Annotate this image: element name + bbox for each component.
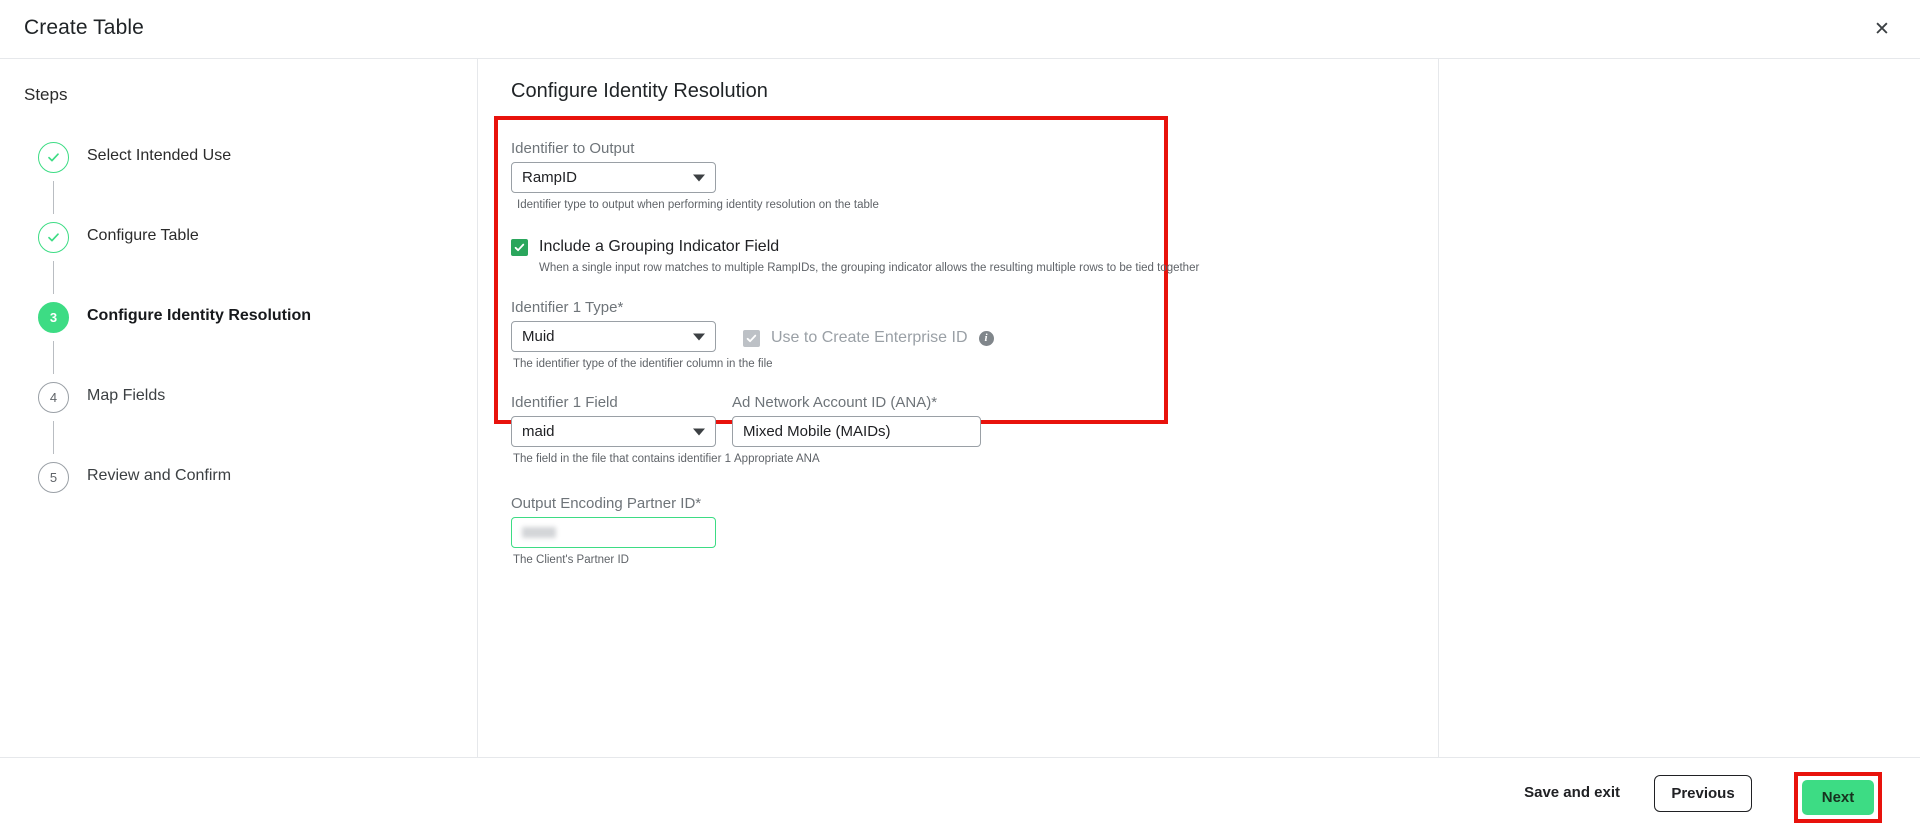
step-connector (53, 181, 54, 214)
enterprise-id-row: Use to Create Enterprise ID i (743, 329, 994, 347)
identifier-to-output-select[interactable]: RampID (511, 162, 716, 193)
sidebar-item-review-and-confirm[interactable]: 5 Review and Confirm (0, 462, 478, 542)
chevron-down-icon (693, 428, 705, 435)
identifier-1-type-help: The identifier type of the identifier co… (513, 358, 773, 370)
step-number-badge: 3 (38, 302, 69, 333)
identifier-1-type-select[interactable]: Muid (511, 321, 716, 352)
ad-network-account-id-value: Mixed Mobile (MAIDs) (743, 423, 891, 440)
sidebar-item-configure-table[interactable]: Configure Table (0, 222, 478, 302)
grouping-indicator-checkbox[interactable] (511, 238, 528, 256)
next-button[interactable]: Next (1802, 780, 1874, 815)
ad-network-account-id-label: Ad Network Account ID (ANA)* (732, 394, 981, 411)
previous-button[interactable]: Previous (1654, 775, 1752, 812)
step-number-badge: 5 (38, 462, 69, 493)
sidebar-item-label: Configure Table (87, 227, 199, 244)
sidebar-item-label: Select Intended Use (87, 147, 232, 164)
output-encoding-partner-id-input[interactable] (511, 517, 716, 548)
output-encoding-partner-id-label: Output Encoding Partner ID* (511, 495, 1171, 512)
identity-resolution-form: Identifier to Output RampID Identifier t… (511, 129, 1200, 566)
step-connector (53, 341, 54, 374)
output-encoding-partner-id-help: The Client's Partner ID (513, 554, 629, 566)
required-asterisk: * (695, 495, 702, 512)
close-icon[interactable]: ✕ (1866, 13, 1898, 45)
sidebar-item-select-intended-use[interactable]: Select Intended Use (0, 142, 478, 222)
steps-heading: Steps (24, 85, 68, 104)
save-and-exit-button[interactable]: Save and exit (1524, 784, 1620, 801)
page-title: Create Table (24, 16, 144, 39)
step-number-badge: 4 (38, 382, 69, 413)
identifier-1-field-help: The field in the file that contains iden… (513, 453, 731, 465)
grouping-indicator-group: Include a Grouping Indicator Field When … (511, 238, 1200, 274)
steps-sidebar: Steps Select Intended Use Configure Tabl… (0, 59, 478, 757)
section-title: Configure Identity Resolution (511, 80, 768, 102)
identifier-to-output-label: Identifier to Output (511, 140, 635, 157)
sidebar-item-configure-identity-resolution[interactable]: 3 Configure Identity Resolution (0, 302, 478, 382)
step-connector (53, 261, 54, 294)
step-check-icon (38, 222, 69, 253)
ad-network-account-id-label-text: Ad Network Account ID (ANA) (732, 394, 932, 411)
ad-network-account-id-help: Appropriate ANA (734, 453, 820, 465)
step-connector (53, 421, 54, 454)
identifier-1-field-value: maid (522, 423, 555, 440)
identifier-to-output-value: RampID (522, 169, 578, 186)
grouping-indicator-row[interactable]: Include a Grouping Indicator Field (511, 238, 1171, 256)
identifier-1-type-label-text: Identifier 1 Type (511, 299, 618, 316)
step-list: Select Intended Use Configure Table 3 Co… (0, 142, 478, 542)
main-content: Configure Identity Resolution Identifier… (479, 59, 1438, 757)
required-asterisk: * (931, 394, 938, 411)
chevron-down-icon (693, 174, 705, 181)
identifier-1-field-group: Identifier 1 Field maid The field in the… (511, 394, 732, 465)
identifier-to-output-help: Identifier type to output when performin… (517, 199, 879, 211)
identifier-1-type-value: Muid (522, 328, 555, 345)
dialog-footer: Save and exit Previous Next (0, 757, 1920, 830)
step-check-icon (38, 142, 69, 173)
grouping-indicator-help: When a single input row matches to multi… (539, 262, 1200, 274)
ad-network-account-id-input[interactable]: Mixed Mobile (MAIDs) (732, 416, 981, 447)
right-pane (1438, 59, 1920, 757)
identifier-to-output-group: Identifier to Output RampID Identifier t… (511, 140, 1171, 211)
redacted-value (522, 527, 556, 538)
enterprise-id-checkbox (743, 329, 760, 347)
sidebar-item-label: Review and Confirm (87, 467, 232, 484)
output-encoding-partner-id-label-text: Output Encoding Partner ID (511, 495, 696, 512)
info-icon[interactable]: i (978, 330, 994, 346)
chevron-down-icon (693, 333, 705, 340)
next-button-annotation: Next (1794, 772, 1882, 823)
grouping-indicator-label: Include a Grouping Indicator Field (539, 238, 780, 255)
enterprise-id-label: Use to Create Enterprise ID (771, 329, 968, 346)
output-encoding-partner-id-group: Output Encoding Partner ID* The Client's… (511, 495, 1171, 566)
identifier-1-type-label: Identifier 1 Type* (511, 299, 743, 316)
ad-network-account-id-group: Ad Network Account ID (ANA)* Mixed Mobil… (732, 394, 981, 465)
sidebar-item-label: Map Fields (87, 387, 166, 404)
required-asterisk: * (617, 299, 624, 316)
identifier-1-type-group: Identifier 1 Type* Muid The identifier t… (511, 299, 773, 370)
sidebar-item-label: Configure Identity Resolution (87, 307, 311, 324)
identifier-1-field-row: Identifier 1 Field maid The field in the… (511, 394, 1171, 465)
dialog-header: Create Table ✕ (0, 0, 1920, 59)
identifier-1-type-row: Identifier 1 Type* Muid The identifier t… (511, 299, 1171, 370)
sidebar-item-map-fields[interactable]: 4 Map Fields (0, 382, 478, 462)
identifier-1-field-label: Identifier 1 Field (511, 394, 618, 411)
identifier-1-field-select[interactable]: maid (511, 416, 716, 447)
